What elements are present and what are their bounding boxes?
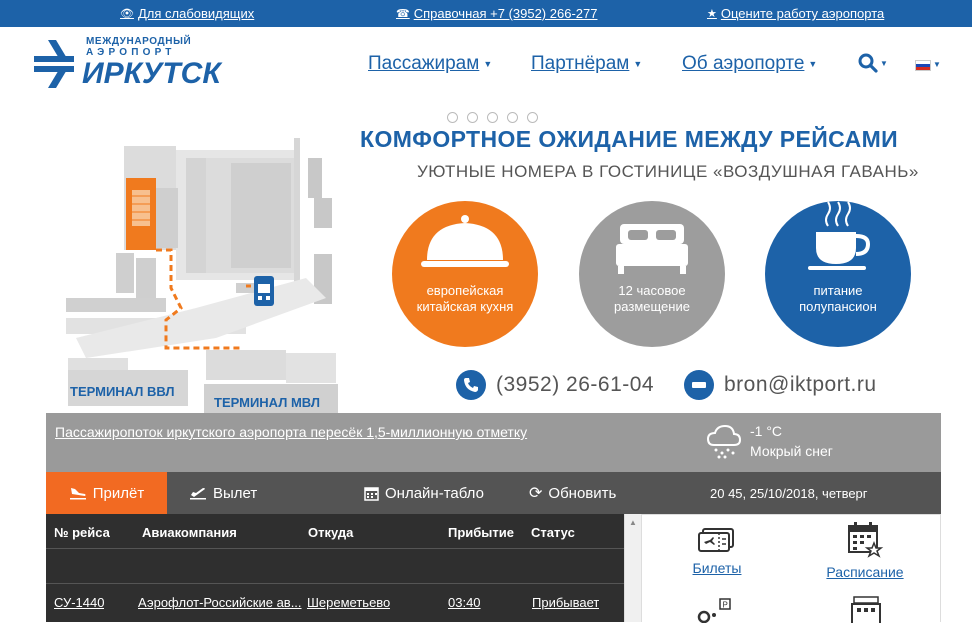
tab-departure[interactable]: Вылет: [189, 472, 257, 514]
col-airline[interactable]: Авиакомпания: [142, 525, 237, 540]
svg-text:P: P: [723, 601, 728, 610]
arrival-time[interactable]: 03:40: [448, 595, 481, 610]
scroll-up-icon[interactable]: ▲: [629, 518, 637, 527]
circle-meals-text: питание полупансион: [799, 283, 877, 314]
terminal-international-label: ТЕРМИНАЛ МВЛ: [214, 395, 320, 410]
snow-cloud-icon: [706, 424, 742, 459]
weather-widget: -1 °C Мокрый снег: [706, 421, 833, 461]
current-datetime: 20 45, 25/10/2018, четверг: [710, 486, 868, 501]
news-link[interactable]: Пассажиропоток иркутского аэропорта пере…: [55, 424, 527, 440]
hotel-icon[interactable]: [848, 595, 884, 628]
phone-link[interactable]: ☎ Справочная +7 (3952) 266-277: [396, 6, 597, 21]
col-status[interactable]: Статус: [531, 525, 575, 540]
table-header: № рейса Авиакомпания Откуда Прибытие Ста…: [46, 514, 624, 549]
nav-about[interactable]: Об аэропорте ▼: [682, 53, 817, 75]
banner-subline: УЮТНЫЕ НОМЕРА В ГОСТИНИЦЕ «ВОЗДУШНАЯ ГАВ…: [417, 162, 919, 181]
hotel-phone: (3952) 26-61-04: [456, 370, 654, 400]
flight-status[interactable]: Прибывает: [532, 595, 599, 610]
carousel-dot[interactable]: [467, 112, 478, 123]
col-from[interactable]: Откуда: [308, 525, 353, 540]
news-strip: Пассажиропоток иркутского аэропорта пере…: [46, 413, 941, 472]
table-empty-row: [46, 550, 624, 584]
carousel-dot[interactable]: [527, 112, 538, 123]
airport-logo[interactable]: МЕЖДУНАРОДНЫЙ АЭРОПОРТ ИРКУТСК: [34, 36, 221, 92]
nav-partners[interactable]: Партнёрам ▼: [531, 53, 642, 75]
airline-name[interactable]: Аэрофлот-Российские ав...: [138, 595, 303, 610]
rate-airport-link[interactable]: ★ Оцените работу аэропорта: [707, 6, 884, 21]
email-icon: [684, 370, 714, 400]
carousel-dot[interactable]: [487, 112, 498, 123]
chevron-down-icon: ▼: [880, 58, 888, 68]
weather-temp: -1 °C: [750, 423, 783, 439]
chevron-down-icon: ▼: [483, 58, 493, 69]
hotel-email[interactable]: bron@iktport.ru: [684, 370, 877, 400]
col-arrival[interactable]: Прибытие: [448, 525, 514, 540]
nav-passengers[interactable]: Пассажирам ▼: [368, 53, 492, 75]
parking-icon[interactable]: P: [694, 597, 734, 628]
carousel-dot[interactable]: [447, 112, 458, 123]
search-button[interactable]: ▼: [858, 53, 888, 73]
carousel-dots: [447, 112, 538, 123]
carousel-dot[interactable]: [507, 112, 518, 123]
search-icon: [858, 53, 878, 73]
flight-tabs: Прилёт Вылет Онлайн-табло ⟳ Обновить 20 …: [46, 472, 941, 514]
refresh-icon: ⟳: [529, 485, 543, 502]
tab-arrival[interactable]: Прилёт: [46, 472, 167, 514]
logo-line-3: ИРКУТСК: [82, 57, 221, 90]
phone-icon: ☎: [396, 8, 410, 20]
banner-headline: КОМФОРТНОЕ ОЖИДАНИЕ МЕЖДУ РЕЙСАМИ: [360, 126, 899, 152]
logo-line-1: МЕЖДУНАРОДНЫЙ: [86, 36, 192, 47]
calendar-icon: [364, 486, 379, 501]
refresh-button[interactable]: ⟳ Обновить: [529, 472, 616, 514]
chevron-down-icon[interactable]: ▼: [933, 60, 941, 69]
eye-icon: 👁: [120, 8, 134, 20]
star-icon: ★: [707, 8, 717, 20]
phone-icon: [456, 370, 486, 400]
terminal-domestic-label: ТЕРМИНАЛ ВВЛ: [70, 384, 175, 399]
accessibility-link[interactable]: 👁 Для слабовидящих: [120, 6, 254, 21]
quick-links-panel: Билеты Расписание P: [641, 514, 941, 625]
chevron-down-icon: ▼: [633, 58, 643, 69]
tickets-link[interactable]: Билеты: [690, 525, 744, 576]
top-bar: 👁 Для слабовидящих ☎ Справочная +7 (3952…: [0, 0, 972, 27]
plane-landing-icon: [69, 488, 86, 500]
plane-logo-icon: [34, 40, 74, 88]
weather-desc: Мокрый снег: [750, 443, 833, 459]
plane-takeoff-icon: [190, 488, 206, 500]
col-flight[interactable]: № рейса: [54, 525, 110, 540]
circle-cuisine-text: европейская китайская кухня: [416, 283, 514, 314]
schedule-link[interactable]: Расписание: [822, 521, 908, 580]
schedule-calendar-icon: [848, 522, 884, 558]
flight-number[interactable]: СУ-1440: [54, 595, 104, 610]
chevron-down-icon: ▼: [808, 58, 818, 69]
origin-city[interactable]: Шереметьево: [307, 595, 390, 610]
arrivals-table: № рейса Авиакомпания Откуда Прибытие Ста…: [46, 514, 624, 622]
tab-online-board[interactable]: Онлайн-табло: [364, 472, 484, 514]
language-flag-ru[interactable]: [915, 60, 931, 71]
tickets-icon: [698, 528, 734, 552]
terminal-map-illustration: [66, 138, 911, 413]
hotel-banner[interactable]: КОМФОРТНОЕ ОЖИДАНИЕ МЕЖДУ РЕЙСАМИ УЮТНЫЕ…: [46, 108, 941, 413]
table-scrollbar[interactable]: ▲: [624, 514, 641, 622]
circle-stay-text: 12 часовое размещение: [614, 283, 690, 314]
table-row[interactable]: СУ-1440 Аэрофлот-Российские ав... Шереме…: [46, 585, 624, 622]
